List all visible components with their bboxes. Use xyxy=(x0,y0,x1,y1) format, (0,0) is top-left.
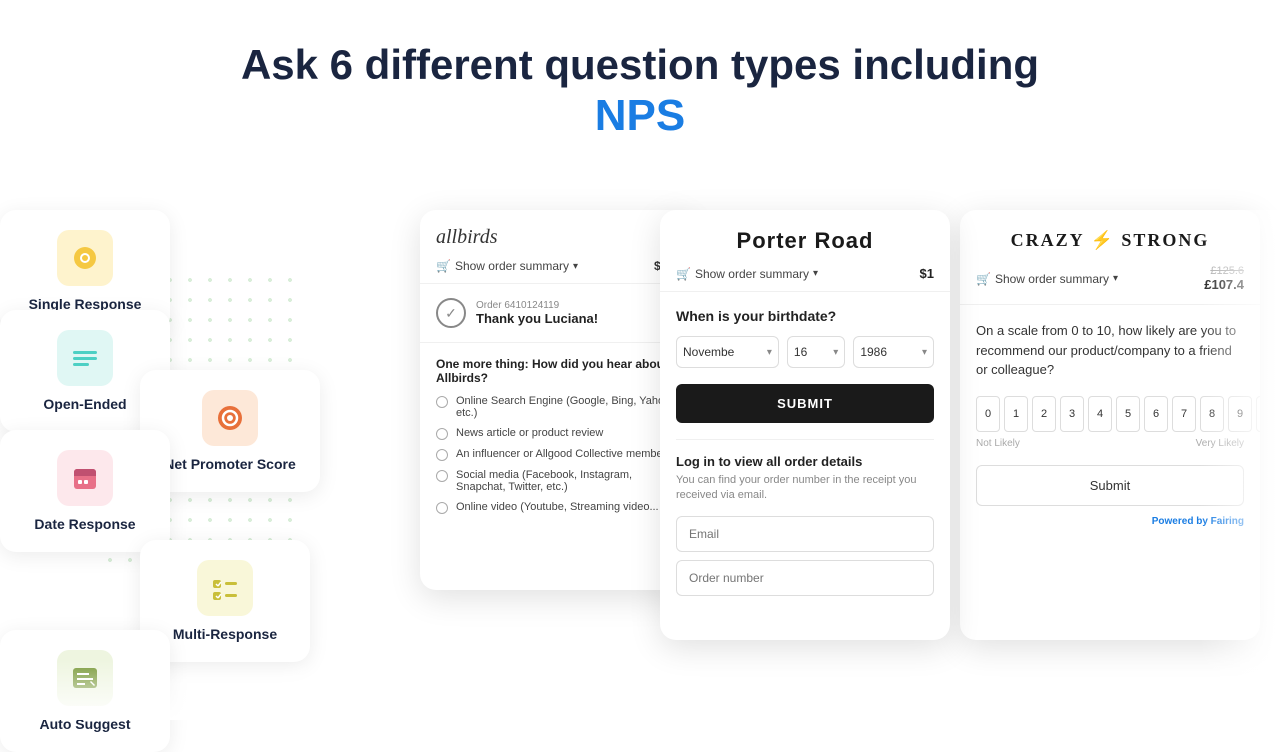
multi-response-icon xyxy=(197,560,253,616)
birthdate-question: When is your birthdate? xyxy=(676,308,934,324)
porter-order-row: 🛒 Show order summary ▾ $1 xyxy=(676,266,934,281)
chevron-down-icon: ▾ xyxy=(813,268,818,279)
show-summary-label: Show order summary xyxy=(995,272,1109,286)
radio-icon xyxy=(436,470,448,482)
porter-amount: $1 xyxy=(920,266,934,281)
nps-6[interactable]: 6 xyxy=(1144,396,1168,432)
radio-icon xyxy=(436,449,448,461)
allbirds-option-5: Online video (Youtube, Streaming video..… xyxy=(436,501,674,514)
logo-right: STRONG xyxy=(1121,230,1209,250)
multi-response-label: Multi-Response xyxy=(173,626,277,642)
month-select[interactable]: Novembe ▾ xyxy=(676,336,779,368)
allbirds-logo: allbirds xyxy=(436,226,674,249)
allbirds-order-number: Order 6410124119 xyxy=(476,300,598,311)
page-header: Ask 6 different question types including… xyxy=(0,0,1280,163)
check-circle-icon: ✓ xyxy=(436,298,466,328)
cards-area: Single Response Open-Ended Net Promoter … xyxy=(0,210,1280,720)
radio-icon xyxy=(436,502,448,514)
porter-header: Porter Road 🛒 Show order summary ▾ $1 xyxy=(660,210,950,292)
allbirds-order-summary-row: 🛒 Show order summary ▾ $20 xyxy=(436,259,674,273)
year-value: 1986 xyxy=(860,345,887,359)
allbirds-thank-you: Thank you Luciana! xyxy=(476,311,598,326)
month-value: Novembe xyxy=(683,345,734,359)
bottom-fade-overlay xyxy=(0,660,1280,720)
nps-5[interactable]: 5 xyxy=(1116,396,1140,432)
porter-road-card: Porter Road 🛒 Show order summary ▾ $1 Wh… xyxy=(660,210,950,640)
year-select[interactable]: 1986 ▾ xyxy=(853,336,934,368)
bolt-icon: ⚡ xyxy=(1090,230,1114,250)
header-nps: NPS xyxy=(595,91,685,140)
allbirds-show-summary[interactable]: 🛒 Show order summary ▾ xyxy=(436,259,578,273)
option-label: Online Search Engine (Google, Bing, Yaho… xyxy=(456,395,674,419)
allbirds-header: allbirds 🛒 Show order summary ▾ $20 xyxy=(420,210,690,284)
option-label: An influencer or Allgood Collective memb… xyxy=(456,448,666,460)
nps-2[interactable]: 2 xyxy=(1032,396,1056,432)
show-summary-label: Show order summary xyxy=(695,267,809,281)
date-selects: Novembe ▾ 16 ▾ 1986 ▾ xyxy=(676,336,934,368)
show-summary-label: Show order summary xyxy=(455,259,569,273)
option-label: Social media (Facebook, Instagram, Snapc… xyxy=(456,469,674,493)
option-label: News article or product review xyxy=(456,427,603,439)
allbirds-order-confirm: ✓ Order 6410124119 Thank you Luciana! xyxy=(420,284,690,343)
card-date-response: Date Response xyxy=(0,430,170,552)
cart-icon: 🛒 xyxy=(436,259,451,273)
porter-submit-button[interactable]: SUBMIT xyxy=(676,384,934,423)
not-likely-label: Not Likely xyxy=(976,438,1020,449)
chevron-down-icon: ▾ xyxy=(1113,273,1118,284)
single-response-icon xyxy=(57,230,113,286)
nps-icon xyxy=(202,390,258,446)
allbirds-survey-block: One more thing: How did you hear about A… xyxy=(420,343,690,536)
open-ended-icon xyxy=(57,330,113,386)
allbirds-option-1: Online Search Engine (Google, Bing, Yaho… xyxy=(436,395,674,419)
login-title: Log in to view all order details xyxy=(676,454,934,469)
chevron-down-icon: ▾ xyxy=(767,347,772,358)
porter-show-summary[interactable]: 🛒 Show order summary ▾ xyxy=(676,267,818,281)
open-ended-label: Open-Ended xyxy=(43,396,126,412)
day-value: 16 xyxy=(794,345,807,359)
day-select[interactable]: 16 ▾ xyxy=(787,336,845,368)
porter-road-logo: Porter Road xyxy=(737,228,874,254)
allbirds-option-2: News article or product review xyxy=(436,427,674,440)
allbirds-card: allbirds 🛒 Show order summary ▾ $20 ✓ Or… xyxy=(420,210,690,590)
radio-icon xyxy=(436,396,448,408)
chevron-down-icon: ▾ xyxy=(833,347,838,358)
radio-icon xyxy=(436,428,448,440)
allbirds-option-4: Social media (Facebook, Instagram, Snapc… xyxy=(436,469,674,493)
allbirds-option-3: An influencer or Allgood Collective memb… xyxy=(436,448,674,461)
logo-left: CRAZY xyxy=(1011,230,1084,250)
order-number-input[interactable] xyxy=(676,560,934,596)
nps-4[interactable]: 4 xyxy=(1088,396,1112,432)
nps-label: Net Promoter Score xyxy=(164,456,295,472)
nps-7[interactable]: 7 xyxy=(1172,396,1196,432)
chevron-down-icon: ▾ xyxy=(922,347,927,358)
header-line1: Ask 6 different question types including xyxy=(241,41,1039,88)
porter-body: When is your birthdate? Novembe ▾ 16 ▾ 1… xyxy=(660,292,950,620)
nps-0[interactable]: 0 xyxy=(976,396,1000,432)
chevron-down-icon: ▾ xyxy=(573,261,578,272)
cart-icon: 🛒 xyxy=(976,272,991,286)
date-response-icon xyxy=(57,450,113,506)
allbirds-confirm-text: Order 6410124119 Thank you Luciana! xyxy=(476,300,598,326)
option-label: Online video (Youtube, Streaming video..… xyxy=(456,501,659,513)
allbirds-survey-question: One more thing: How did you hear about A… xyxy=(436,357,674,385)
porter-login-section: Log in to view all order details You can… xyxy=(676,439,934,604)
right-fade-overlay xyxy=(1200,210,1280,720)
crazy-show-summary[interactable]: 🛒 Show order summary ▾ xyxy=(976,272,1118,286)
nps-1[interactable]: 1 xyxy=(1004,396,1028,432)
cart-icon: 🛒 xyxy=(676,267,691,281)
nps-3[interactable]: 3 xyxy=(1060,396,1084,432)
date-response-label: Date Response xyxy=(34,516,135,532)
email-input[interactable] xyxy=(676,516,934,552)
login-subtitle: You can find your order number in the re… xyxy=(676,473,934,504)
